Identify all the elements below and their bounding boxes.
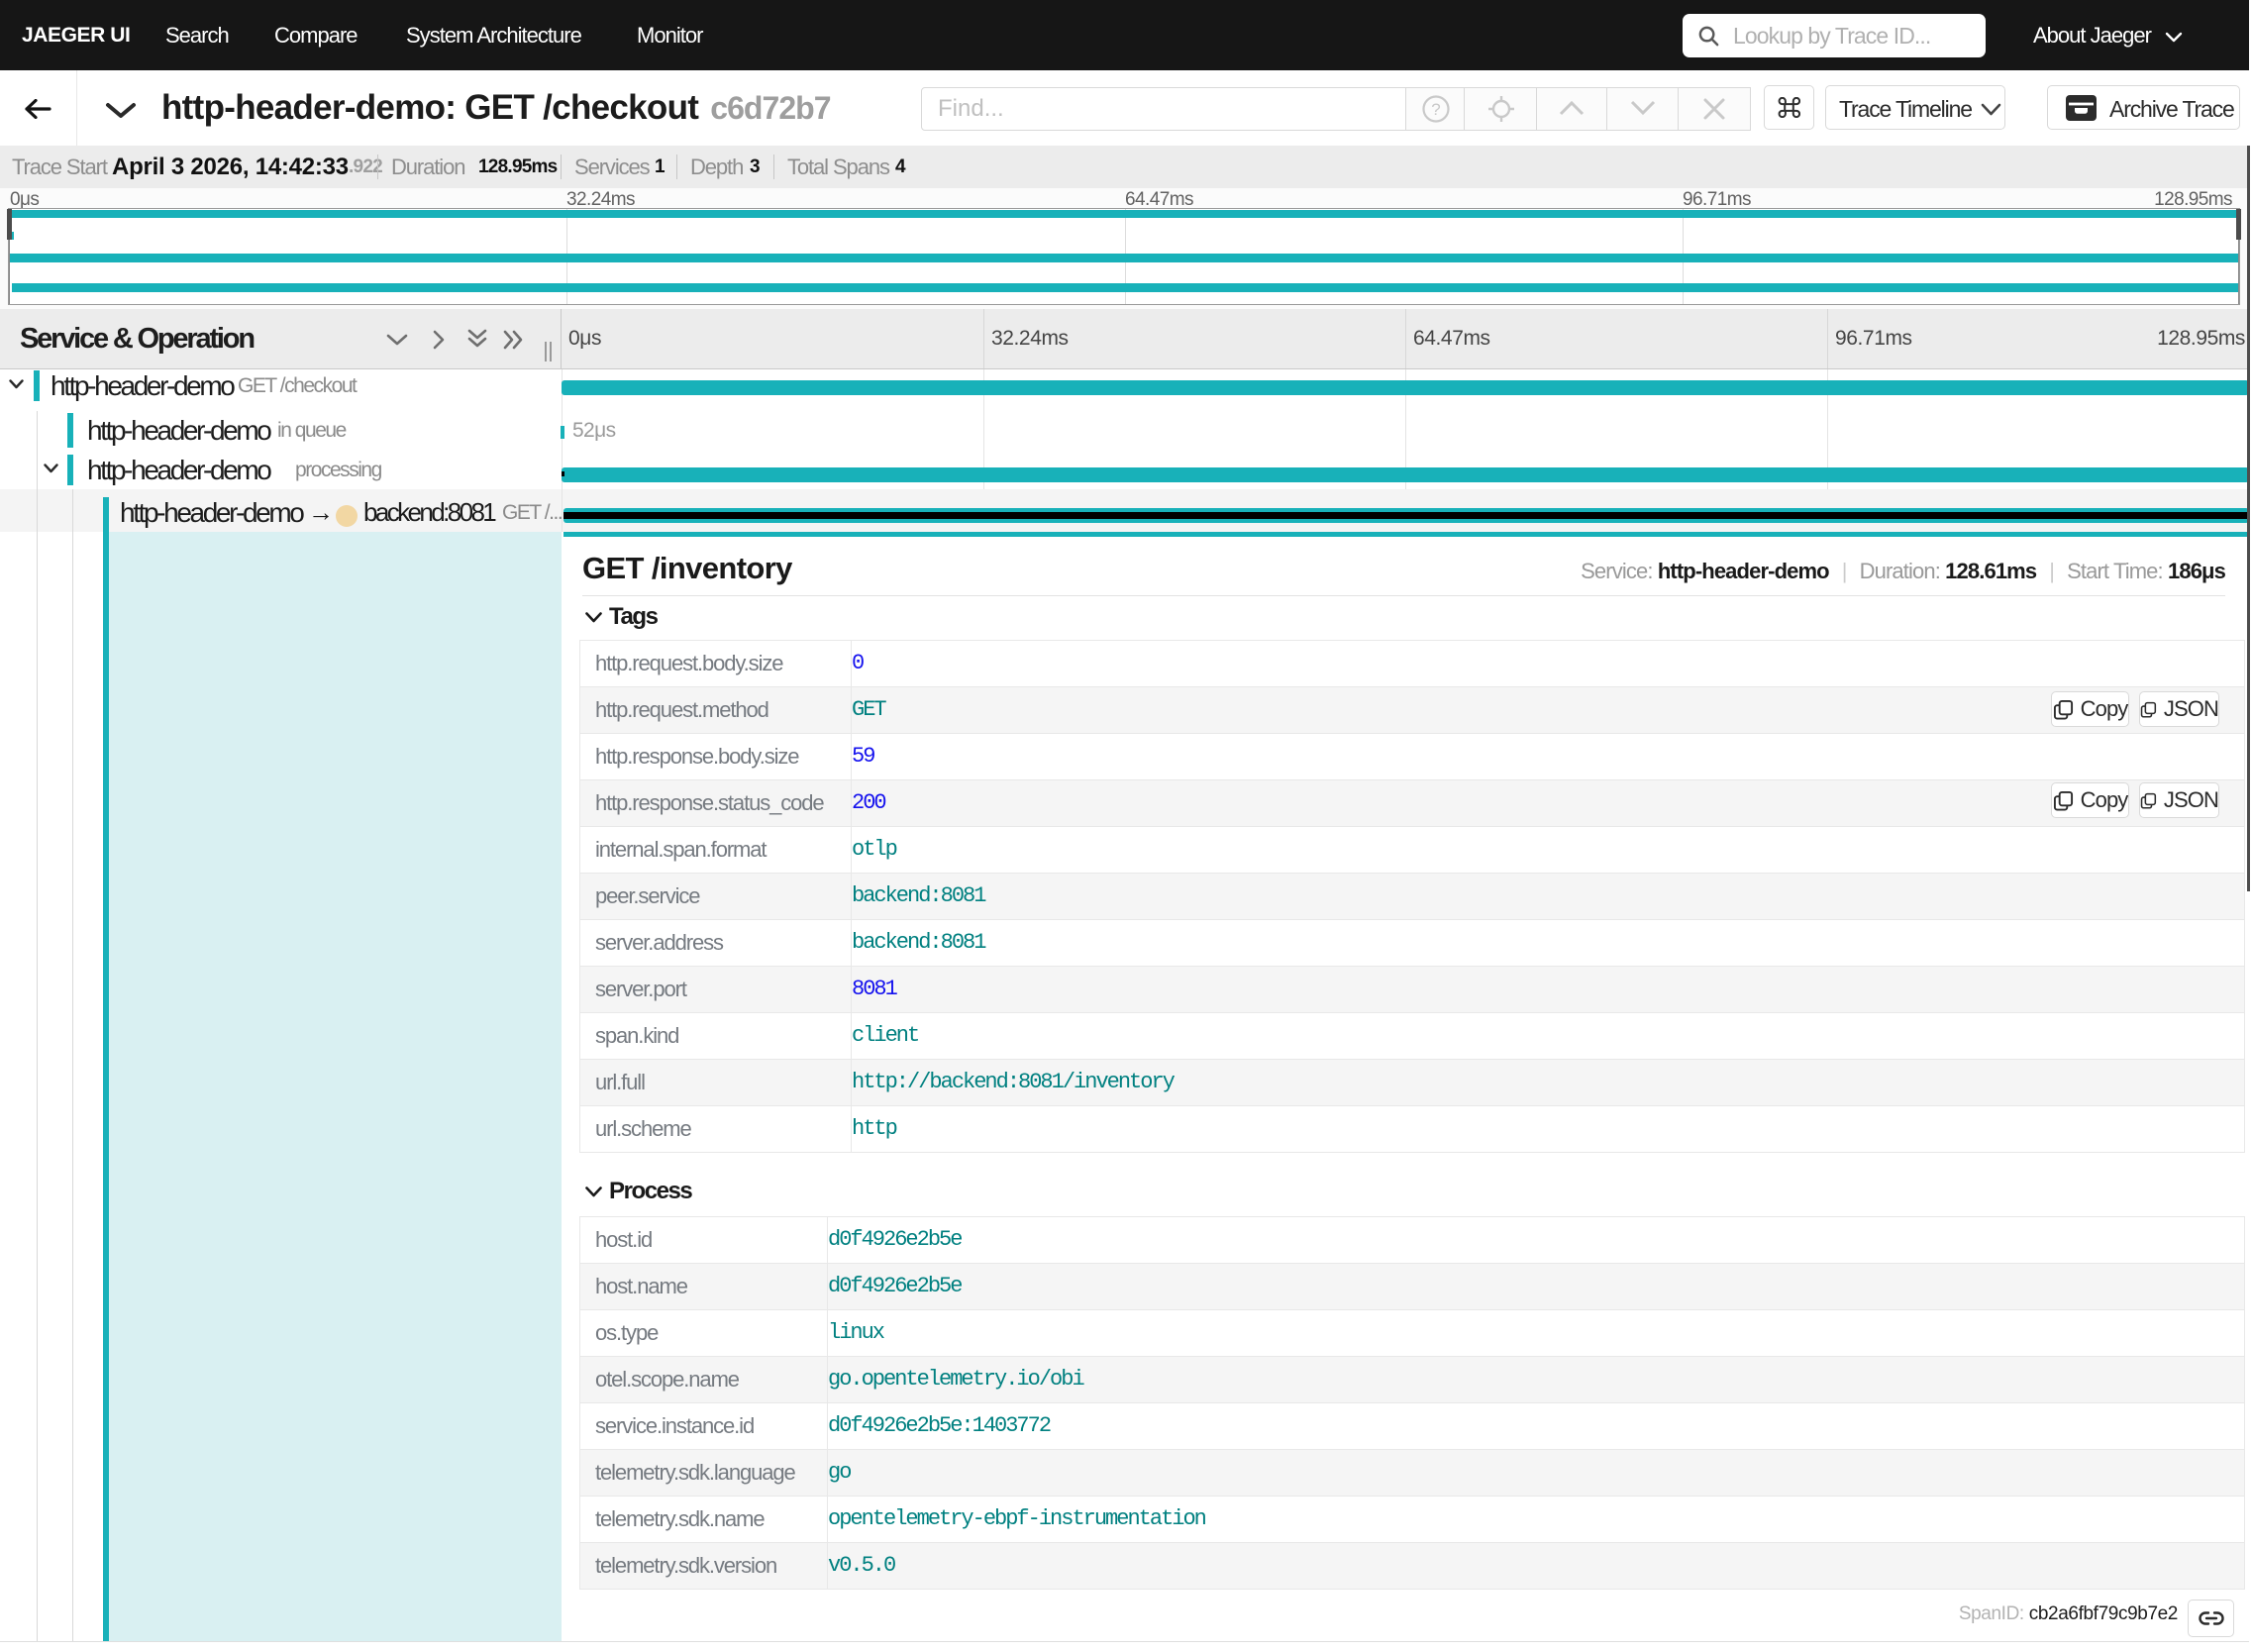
svg-text:?: ?	[1431, 100, 1440, 119]
